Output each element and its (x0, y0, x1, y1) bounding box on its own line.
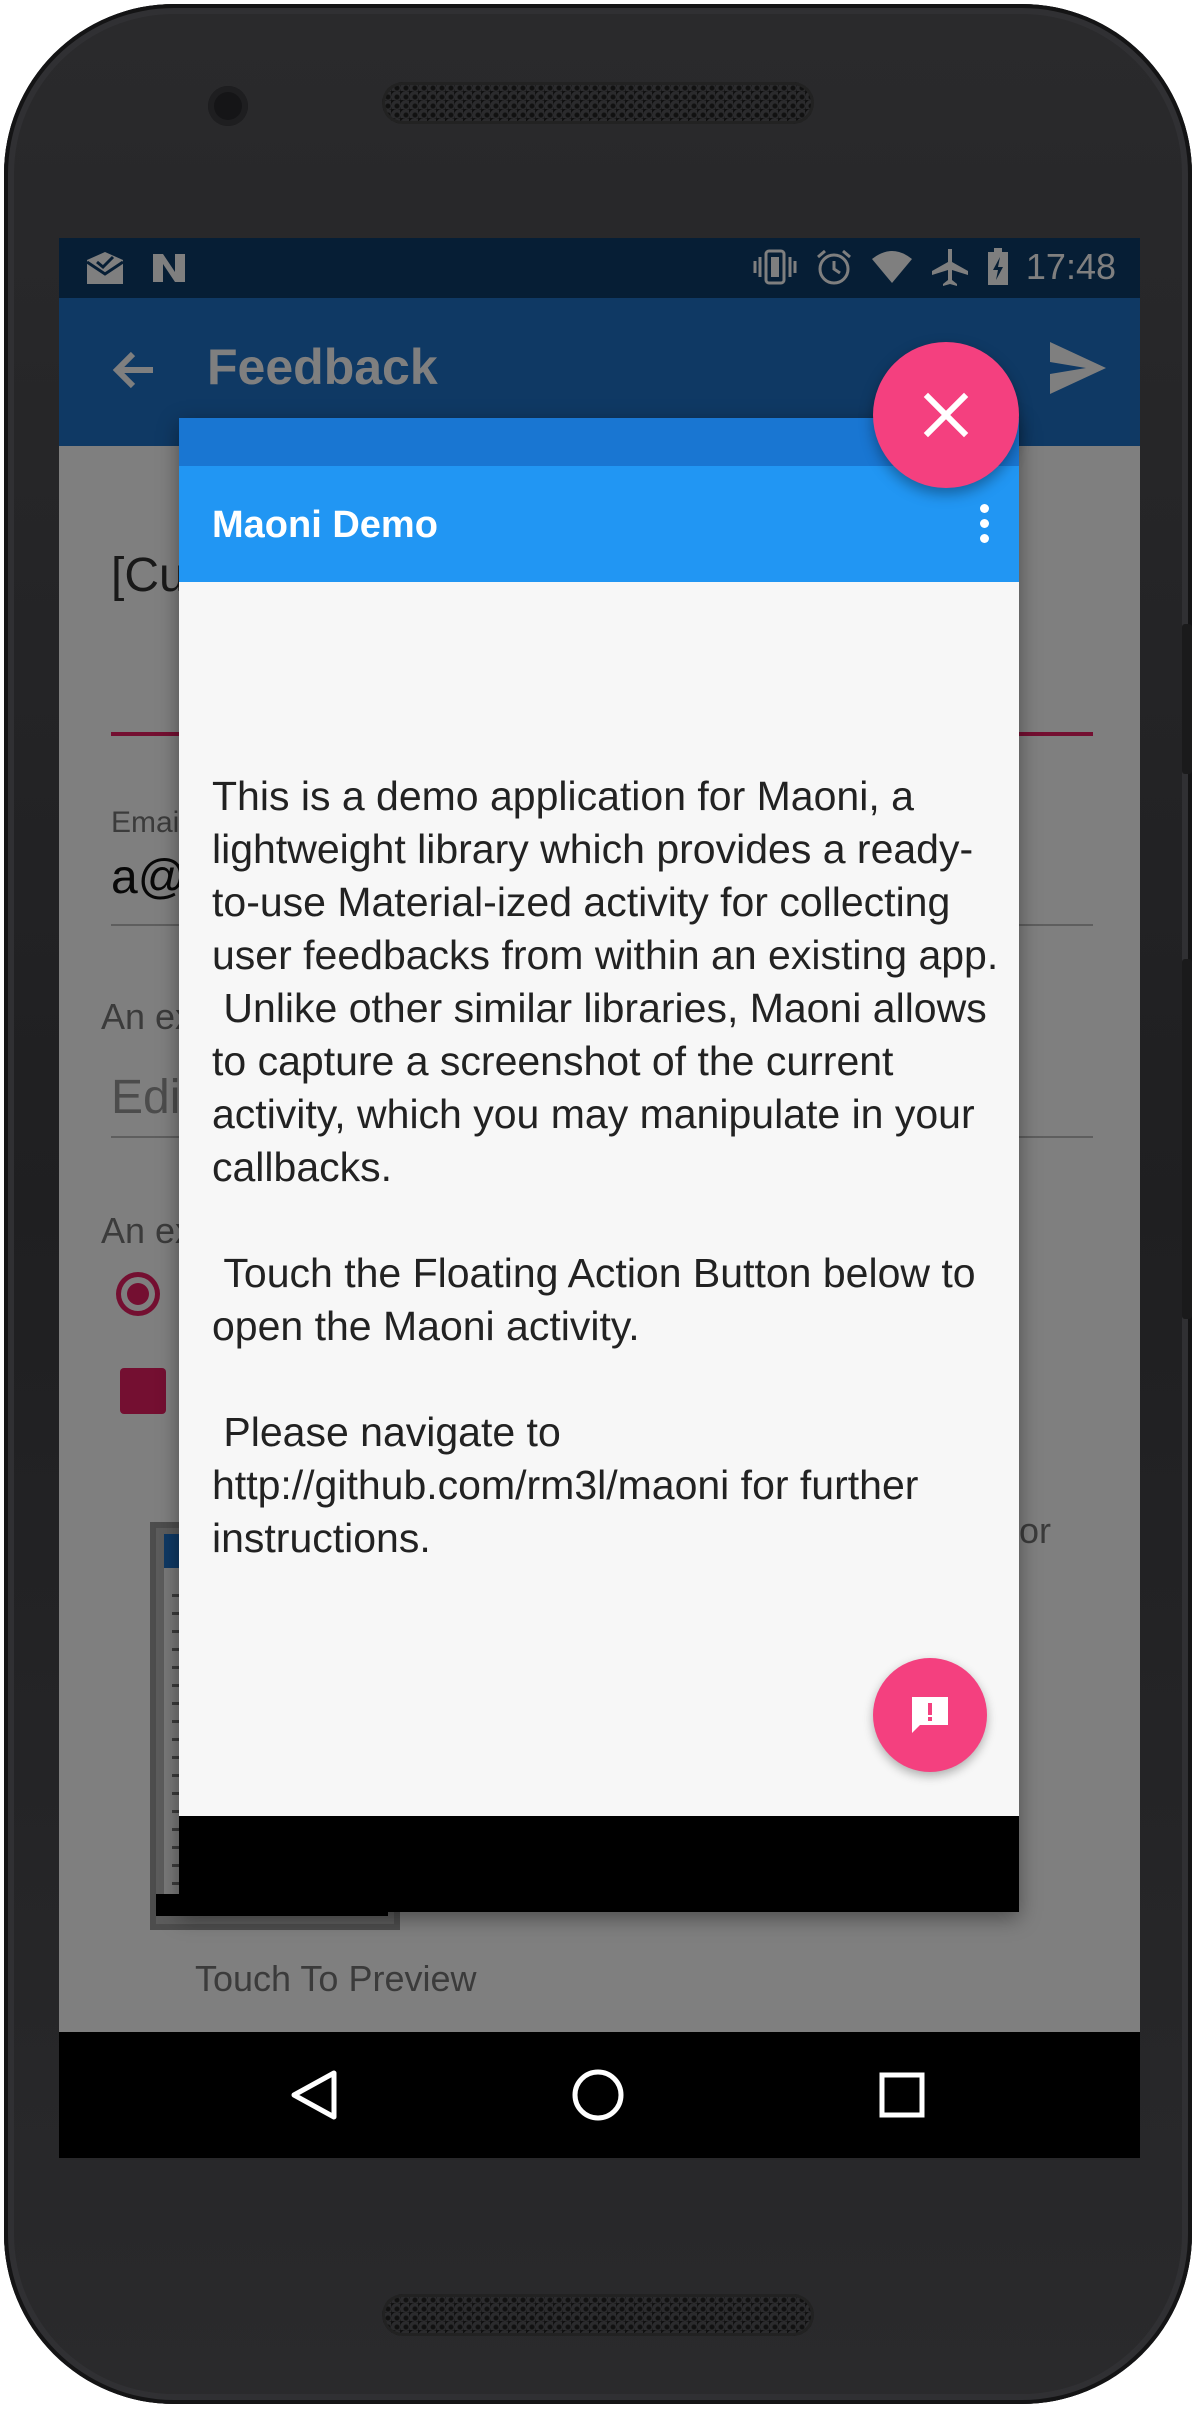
navigation-bar (59, 2032, 1140, 2158)
top-speaker (382, 82, 814, 124)
power-button (1182, 959, 1192, 1319)
nav-back-icon (291, 2070, 337, 2120)
dialog-bottom-bar (179, 1816, 1019, 1912)
close-fab[interactable] (873, 342, 1019, 488)
dialog-title: Maoni Demo (212, 504, 438, 546)
volume-button (1182, 624, 1192, 774)
screen: 17:48 Feedback [Cu Emai a@ An ex Edi An … (59, 238, 1140, 2158)
nav-recents-button[interactable] (867, 2060, 937, 2130)
feedback-icon (912, 1697, 948, 1733)
dialog-toolbar: Maoni Demo (179, 466, 1019, 582)
close-icon (923, 392, 969, 438)
bottom-speaker (382, 2294, 814, 2336)
nav-recents-icon (879, 2072, 925, 2118)
nav-back-button[interactable] (279, 2060, 349, 2130)
nav-home-icon (572, 2069, 624, 2121)
phone-frame: 17:48 Feedback [Cu Emai a@ An ex Edi An … (4, 4, 1192, 2404)
nav-home-button[interactable] (563, 2060, 633, 2130)
more-vert-icon[interactable] (979, 504, 991, 544)
front-camera (208, 86, 248, 126)
demo-dialog: Maoni Demo This is a demo application fo… (179, 418, 1019, 1912)
feedback-fab[interactable] (873, 1658, 987, 1772)
dialog-body-text: This is a demo application for Maoni, a … (212, 773, 999, 1561)
